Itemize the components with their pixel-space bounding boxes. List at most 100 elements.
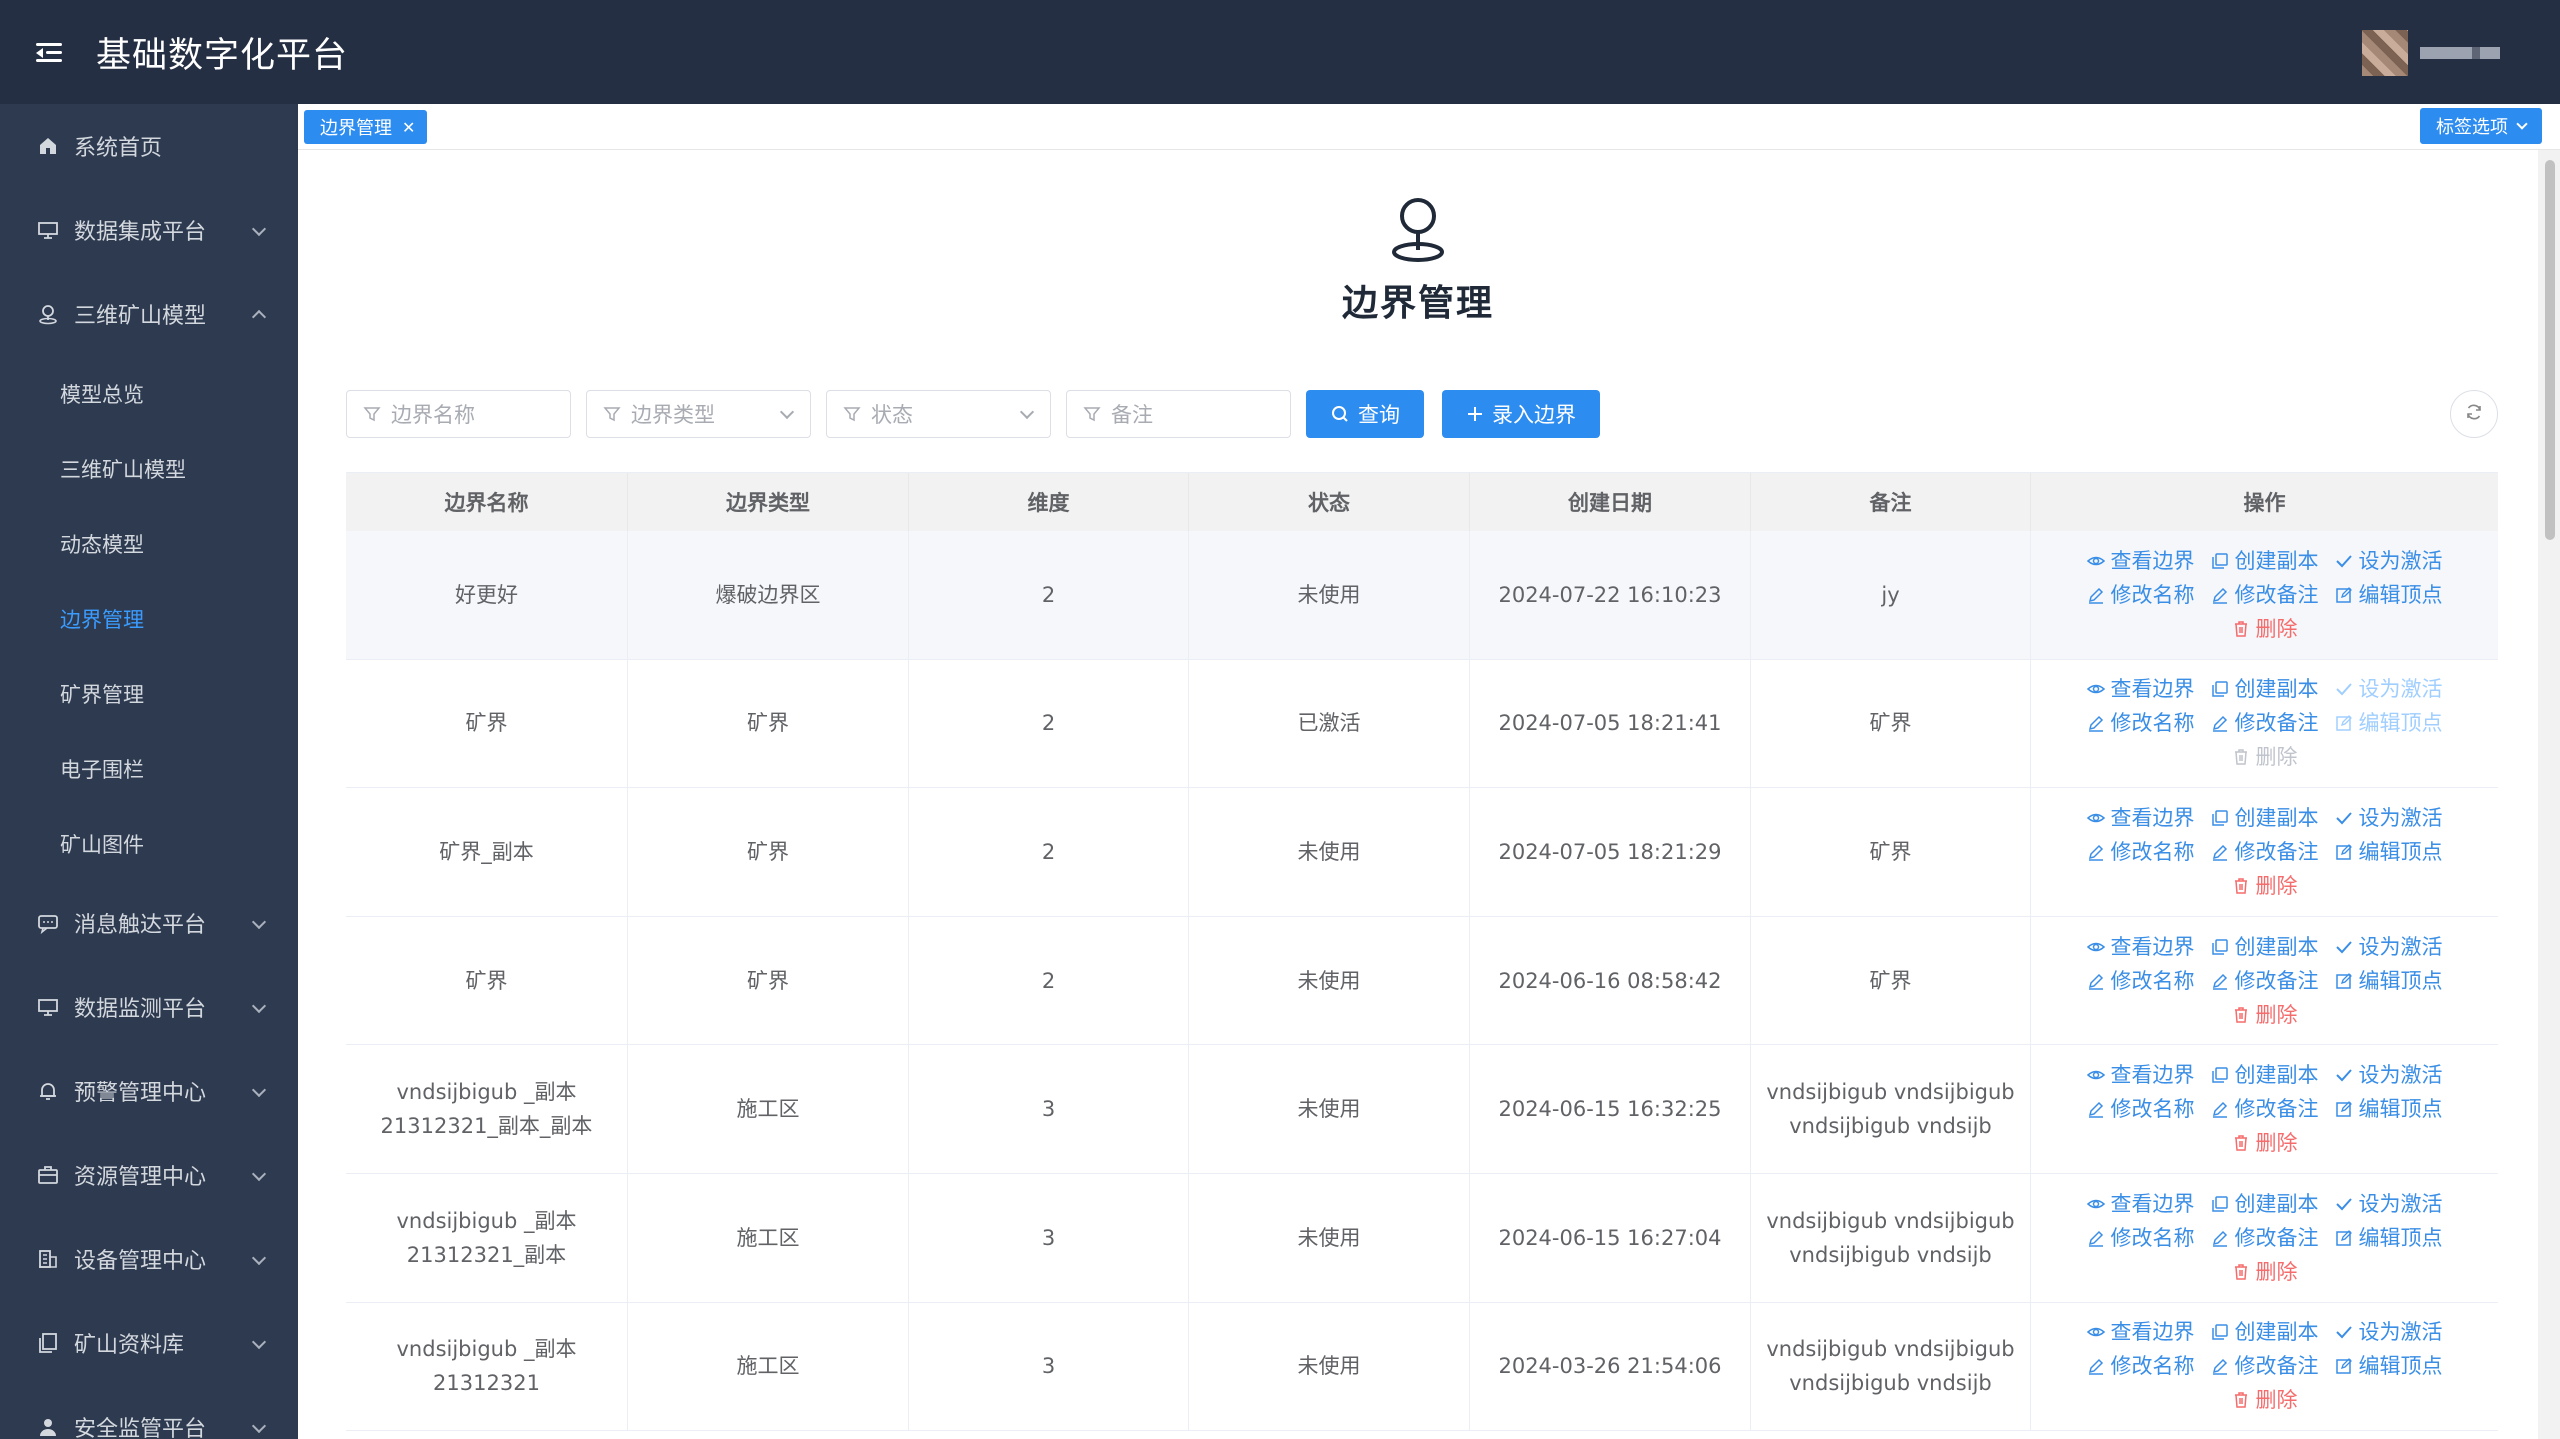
delete-button[interactable]: 删除 [2232, 614, 2298, 644]
activate-button[interactable]: 设为激活 [2335, 1189, 2443, 1219]
rename-button[interactable]: 修改名称 [2087, 966, 2195, 996]
rename-button[interactable]: 修改名称 [2087, 1094, 2195, 1124]
edit-remark-button[interactable]: 修改备注 [2211, 708, 2319, 738]
scrollbar-thumb[interactable] [2545, 160, 2555, 540]
user-menu[interactable] [2362, 30, 2500, 76]
edit-remark-button[interactable]: 修改备注 [2211, 1094, 2319, 1124]
view-button[interactable]: 查看边界 [2086, 932, 2195, 962]
activate-button[interactable]: 设为激活 [2335, 546, 2443, 576]
edit-vertex-button[interactable]: 编辑顶点 [2335, 966, 2443, 996]
edit-vertex-button[interactable]: 编辑顶点 [2335, 1094, 2443, 1124]
edit-vertex-button[interactable]: 编辑顶点 [2335, 580, 2443, 610]
edit-remark-button[interactable]: 修改备注 [2211, 580, 2319, 610]
action-label: 查看边界 [2110, 1063, 2195, 1088]
rename-button[interactable]: 修改名称 [2087, 837, 2195, 867]
cell-type: 矿界 [628, 916, 909, 1045]
view-button[interactable]: 查看边界 [2086, 546, 2195, 576]
edit-remark-button[interactable]: 修改备注 [2211, 966, 2319, 996]
refresh-button[interactable] [2450, 390, 2498, 438]
cell-type: 矿界 [628, 788, 909, 916]
sidebar-subitem-4[interactable]: 矿界管理 [0, 656, 298, 731]
copy-button[interactable]: 创建副本 [2211, 1189, 2319, 1219]
filter-icon [843, 405, 861, 423]
menu-toggle-icon[interactable] [36, 41, 62, 63]
action-label: 编辑顶点 [2358, 1225, 2443, 1250]
sidebar-item-6[interactable]: 资源管理中心 [0, 1133, 298, 1217]
username[interactable] [2420, 47, 2500, 59]
view-button[interactable]: 查看边界 [2086, 1060, 2195, 1090]
view-button[interactable]: 查看边界 [2086, 674, 2195, 704]
edit-icon [2087, 1229, 2105, 1247]
avatar[interactable] [2362, 30, 2408, 76]
boundary-name-input[interactable]: 边界名称 [346, 390, 571, 438]
action-label: 修改备注 [2234, 1097, 2319, 1122]
view-button[interactable]: 查看边界 [2086, 803, 2195, 833]
action-label: 编辑顶点 [2358, 1097, 2443, 1122]
sidebar-item-3[interactable]: 消息触达平台 [0, 881, 298, 965]
close-icon[interactable]: ✕ [402, 118, 415, 137]
sidebar-subitem-6[interactable]: 矿山图件 [0, 806, 298, 881]
sidebar-item-9[interactable]: 安全监管平台 [0, 1385, 298, 1439]
edit-remark-button[interactable]: 修改备注 [2211, 1223, 2319, 1253]
rename-button[interactable]: 修改名称 [2087, 1351, 2195, 1381]
cell-dim: 3 [909, 1173, 1189, 1302]
copy-button[interactable]: 创建副本 [2211, 1060, 2319, 1090]
rename-button[interactable]: 修改名称 [2087, 708, 2195, 738]
rename-button[interactable]: 修改名称 [2087, 580, 2195, 610]
sidebar-item-2[interactable]: 三维矿山模型 [0, 272, 298, 356]
activate-button[interactable]: 设为激活 [2335, 1060, 2443, 1090]
query-button[interactable]: 查询 [1306, 390, 1424, 438]
view-icon [2086, 809, 2105, 827]
sidebar-item-7[interactable]: 设备管理中心 [0, 1217, 298, 1301]
trash-icon [2232, 1134, 2250, 1152]
cell-dim: 2 [909, 531, 1189, 659]
delete-button[interactable]: 删除 [2232, 1128, 2298, 1158]
sidebar-item-8[interactable]: 矿山资料库 [0, 1301, 298, 1385]
edit-vertex-button[interactable]: 编辑顶点 [2335, 837, 2443, 867]
cell-status: 已激活 [1189, 659, 1470, 788]
cell-date: 2024-07-05 18:21:29 [1470, 788, 1751, 916]
action-label: 编辑顶点 [2358, 711, 2443, 736]
view-button[interactable]: 查看边界 [2086, 1189, 2195, 1219]
edit-remark-button[interactable]: 修改备注 [2211, 1351, 2319, 1381]
sidebar-item-4[interactable]: 数据监测平台 [0, 965, 298, 1049]
delete-button[interactable]: 删除 [2232, 1000, 2298, 1030]
copy-button[interactable]: 创建副本 [2211, 932, 2319, 962]
sidebar-subitem-3[interactable]: 边界管理 [0, 581, 298, 656]
sidebar-item-label: 三维矿山模型 [74, 304, 207, 329]
sidebar-item-5[interactable]: 预警管理中心 [0, 1049, 298, 1133]
activate-button[interactable]: 设为激活 [2335, 1317, 2443, 1347]
cell-remark: jy [1751, 531, 2031, 659]
cell-dim: 3 [909, 1045, 1189, 1173]
rename-button[interactable]: 修改名称 [2087, 1223, 2195, 1253]
status-select[interactable]: 状态 [826, 390, 1051, 438]
copy-button[interactable]: 创建副本 [2211, 803, 2319, 833]
activate-button[interactable]: 设为激活 [2335, 803, 2443, 833]
activate-button[interactable]: 设为激活 [2335, 932, 2443, 962]
tab-options-button[interactable]: 标签选项 [2420, 108, 2542, 144]
sidebar-subitem-5[interactable]: 电子围栏 [0, 731, 298, 806]
search-icon [1330, 404, 1350, 424]
tab-boundary-management[interactable]: 边界管理 ✕ [304, 110, 428, 144]
copy-button[interactable]: 创建副本 [2211, 546, 2319, 576]
sidebar-subitem-0[interactable]: 模型总览 [0, 356, 298, 431]
delete-button[interactable]: 删除 [2232, 871, 2298, 901]
edit-vertex-button[interactable]: 编辑顶点 [2335, 1223, 2443, 1253]
sidebar-subitem-1[interactable]: 三维矿山模型 [0, 431, 298, 506]
table-row: vndsijbigub _副本 21312321_副本_副本 施工区 3 未使用 202… [346, 1045, 2498, 1174]
copy-button[interactable]: 创建副本 [2211, 674, 2319, 704]
edit-icon [2211, 1357, 2229, 1376]
sidebar-subitem-2[interactable]: 动态模型 [0, 506, 298, 581]
edit-vertex-button[interactable]: 编辑顶点 [2335, 1351, 2443, 1381]
sidebar: 系统首页 数据集成平台 三维矿山模型 模型总览 三维矿山模型 动态模型 边界管理 矿界管理 电子… [0, 104, 298, 1439]
edit-remark-button[interactable]: 修改备注 [2211, 837, 2319, 867]
delete-button[interactable]: 删除 [2232, 1257, 2298, 1287]
delete-button[interactable]: 删除 [2232, 1385, 2298, 1415]
sidebar-item-0[interactable]: 系统首页 [0, 104, 298, 188]
add-boundary-button[interactable]: 录入边界 [1442, 390, 1600, 438]
view-button[interactable]: 查看边界 [2086, 1317, 2195, 1347]
sidebar-item-1[interactable]: 数据集成平台 [0, 188, 298, 272]
remark-input[interactable]: 备注 [1066, 390, 1291, 438]
copy-button[interactable]: 创建副本 [2211, 1317, 2319, 1347]
boundary-type-select[interactable]: 边界类型 [586, 390, 811, 438]
